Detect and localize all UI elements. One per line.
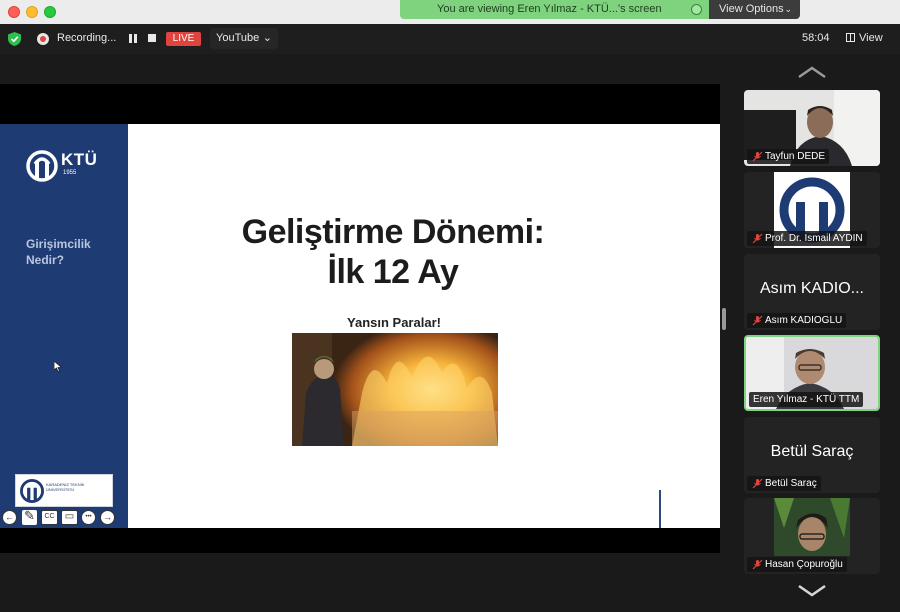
logo-year: 1955 [63,170,77,176]
slide-sidebar: KTÜ 1955 Girişimcilik Nedir? KARADENİZ T… [0,124,128,528]
captions-button[interactable]: CC [41,510,58,525]
participant-name: Hasan Çopuroğlu [765,559,843,570]
muted-mic-icon [752,233,763,244]
participant-name-tag: Eren Yılmaz - KTÜ TTM [749,392,864,407]
participant-display-name: Betül Saraç [770,443,854,460]
muted-mic-icon [752,478,763,489]
participant-tile[interactable]: Prof. Dr. Ismail AYDIN [744,172,880,248]
participant-name: Tayfun DEDE [765,151,826,162]
close-window-button[interactable] [8,6,20,18]
stream-target-menu[interactable]: YouTube ⌄ [210,28,278,49]
view-options-label: View Options [719,3,784,15]
participant-name-tag: Hasan Çopuroğlu [747,557,847,572]
layout-icon [846,33,855,42]
fire-image-graphic [292,333,498,446]
zoom-window-button[interactable] [44,6,56,18]
shared-screen-area: KTÜ 1955 Girişimcilik Nedir? KARADENİZ T… [0,54,730,612]
mouse-cursor-icon [54,361,62,372]
pen-tool-button[interactable]: ✎ [22,509,37,525]
chevron-down-icon[interactable] [797,584,827,598]
muted-mic-icon [752,559,763,570]
next-slide-button[interactable]: → [100,510,115,525]
muted-mic-icon [752,315,763,326]
recording-label: Recording... [57,32,117,44]
participant-name: Betül Saraç [765,478,817,489]
pause-recording-icon[interactable] [129,34,137,43]
presentation-controls: ← ✎ CC ▭ ••• → [2,509,116,526]
window-titlebar: You are viewing Eren Yılmaz - KTÜ...'s s… [0,0,900,24]
participant-name-tag: Asım KADIOGLU [747,313,847,328]
participant-name: Asım KADIOGLU [765,315,843,326]
camera-button[interactable]: ▭ [61,510,78,525]
slide-title: Geliştirme Dönemi: İlk 12 Ay [128,212,658,292]
logo-text: KTÜ [61,150,98,169]
stop-recording-icon[interactable] [148,34,156,42]
ktu-logo: KTÜ 1955 [26,150,106,182]
more-options-button[interactable]: ••• [81,510,96,525]
participant-tile[interactable]: Asım KADIO... Asım KADIOGLU [744,254,880,330]
participant-tile[interactable]: Tayfun DEDE [744,90,880,166]
chevron-down-icon: ⌄ [262,32,272,44]
burning-money-image [292,333,498,446]
participant-name-tag: Betül Saraç [747,476,821,491]
view-options-button[interactable]: View Options ⌄ [709,0,800,19]
previous-slide-button[interactable]: ← [2,510,17,525]
ktu-emblem-icon [20,479,44,503]
footer-logo-text: KARADENİZ TEKNİK ÜNİVERSİTESİ [46,482,85,492]
university-footer-logo: KARADENİZ TEKNİK ÜNİVERSİTESİ [15,474,113,507]
participant-display-name: Asım KADIO... [759,280,864,297]
participant-name: Prof. Dr. Ismail AYDIN [765,233,863,244]
meeting-timer: 58:04 [802,32,830,44]
view-layout-button[interactable]: View [846,32,883,44]
slide-divider [659,490,661,528]
chevron-up-icon[interactable] [797,65,827,79]
participant-name-tag: Prof. Dr. Ismail AYDIN [747,231,867,246]
stream-target-label: YouTube [216,32,260,44]
chevron-down-icon: ⌄ [784,4,792,14]
participant-tile-active-speaker[interactable]: Eren Yılmaz - KTÜ TTM [744,335,880,411]
participant-tile[interactable]: Hasan Çopuroğlu [744,498,880,574]
participant-name-tag: Tayfun DEDE [747,149,830,164]
sharing-status-icon [691,4,702,15]
slide-title-line2: İlk 12 Ay [327,253,459,291]
muted-mic-icon [752,151,763,162]
participant-tile[interactable]: Betül Saraç Betül Saraç [744,417,880,493]
recording-icon [37,33,49,45]
slide-title-line1: Geliştirme Dönemi: [241,213,545,251]
presentation-slide: KTÜ 1955 Girişimcilik Nedir? KARADENİZ T… [0,124,720,528]
slide-subtitle: Yansın Paralar! [347,315,441,330]
live-badge: LIVE [166,32,201,46]
meeting-topbar: Recording... LIVE YouTube ⌄ 58:04 View [0,24,900,54]
minimize-window-button[interactable] [26,6,38,18]
participant-name: Eren Yılmaz - KTÜ TTM [753,394,860,405]
viewing-banner-text: You are viewing Eren Yılmaz - KTÜ...'s s… [437,3,662,15]
split-resize-handle[interactable] [722,308,726,330]
ktu-emblem-icon [26,150,58,182]
viewing-screen-banner: You are viewing Eren Yılmaz - KTÜ...'s s… [400,0,709,19]
view-label: View [859,32,883,44]
slide-sidebar-heading: Girişimcilik Nedir? [26,237,91,267]
shield-check-icon[interactable] [8,32,21,46]
